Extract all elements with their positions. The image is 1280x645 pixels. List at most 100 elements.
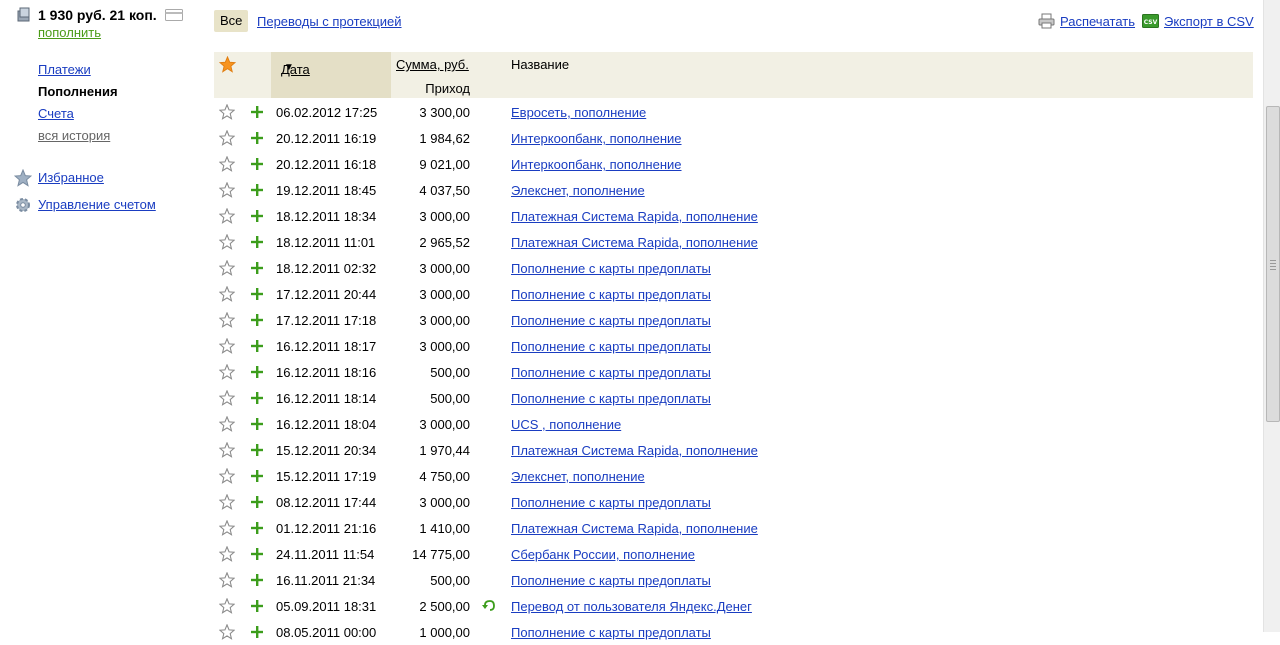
gear-icon (14, 196, 32, 214)
star-outline-icon[interactable] (218, 181, 236, 198)
name-column-header: Название (511, 57, 570, 72)
topup-link[interactable]: пополнить (38, 25, 101, 40)
row-name-link[interactable]: Интеркоопбанк, пополнение (511, 131, 682, 146)
favorites-link[interactable]: Избранное (38, 170, 104, 185)
row-name-link[interactable]: Пополнение с карты предоплаты (511, 495, 711, 510)
favorites-filter-icon[interactable] (218, 55, 237, 76)
favorites-item[interactable]: Избранное (13, 164, 156, 191)
star-outline-icon[interactable] (218, 233, 236, 250)
star-outline-icon[interactable] (218, 155, 236, 172)
star-outline-icon[interactable] (218, 467, 236, 484)
plus-icon (250, 495, 264, 509)
plus-icon (250, 469, 264, 483)
scrollbar-thumb[interactable] (1266, 106, 1280, 422)
star-outline-icon[interactable] (218, 493, 236, 510)
star-outline-icon[interactable] (218, 519, 236, 536)
star-outline-icon[interactable] (218, 389, 236, 406)
row-date: 19.12.2011 18:45 (276, 183, 377, 198)
print-link[interactable]: Распечатать (1060, 14, 1135, 29)
row-name-link[interactable]: Пополнение с карты предоплаты (511, 261, 711, 276)
row-name-link[interactable]: Платежная Система Rapida, пополнение (511, 521, 758, 536)
plus-icon (250, 105, 264, 119)
export-csv-link[interactable]: Экспорт в CSV (1164, 14, 1254, 29)
account-settings-item[interactable]: Управление счетом (14, 191, 156, 218)
row-date: 24.11.2011 11:54 (276, 547, 375, 562)
row-name-link[interactable]: UCS , пополнение (511, 417, 621, 432)
sort-down-icon: ▼ (284, 62, 294, 73)
table-row: 05.09.2011 18:31 2 500,00 Перевод от пол… (214, 593, 1253, 619)
account-balance: 1 930 руб. 21 коп. (38, 7, 157, 23)
csv-icon: CSV (1142, 13, 1159, 29)
row-name-link[interactable]: Платежная Система Rapida, пополнение (511, 443, 758, 458)
row-name-link[interactable]: Элекснет, пополнение (511, 183, 645, 198)
row-amount: 3 000,00 (419, 287, 470, 302)
row-name-link[interactable]: Пополнение с карты предоплаты (511, 339, 711, 354)
table-row: 01.12.2011 21:16 1 410,00 Платежная Сист… (214, 515, 1253, 541)
row-name-link[interactable]: Пополнение с карты предоплаты (511, 313, 711, 328)
transactions-list: 06.02.2012 17:25 3 300,00 Евросеть, попо… (214, 99, 1253, 645)
date-column-header[interactable]: Дата ▼ (271, 52, 391, 98)
page-scrollbar[interactable] (1263, 0, 1280, 632)
star-outline-icon[interactable] (218, 129, 236, 146)
row-name-link[interactable]: Платежная Система Rapida, пополнение (511, 235, 758, 250)
row-name-link[interactable]: Элекснет, пополнение (511, 469, 645, 484)
plus-icon (250, 157, 264, 171)
row-amount: 3 000,00 (419, 209, 470, 224)
star-outline-icon[interactable] (218, 285, 236, 302)
return-arrow-icon[interactable] (482, 599, 496, 613)
amount-sort-link[interactable]: Сумма, руб. (396, 57, 469, 72)
filter-protected-tab[interactable]: Переводы с протекцией (257, 14, 402, 29)
row-amount: 500,00 (430, 573, 470, 588)
account-settings-link[interactable]: Управление счетом (38, 197, 156, 212)
card-icon[interactable] (164, 9, 183, 21)
row-name-link[interactable]: Перевод от пользователя Яндекс.Денег (511, 599, 752, 614)
row-amount: 3 000,00 (419, 339, 470, 354)
row-amount: 3 000,00 (419, 417, 470, 432)
row-amount: 4 037,50 (419, 183, 470, 198)
nav-item-accounts[interactable]: Счета (38, 106, 74, 121)
star-outline-icon[interactable] (218, 441, 236, 458)
income-column-header: Приход (425, 81, 470, 96)
row-name-link[interactable]: Сбербанк России, пополнение (511, 547, 695, 562)
star-outline-icon[interactable] (218, 103, 236, 120)
row-name-link[interactable]: Пополнение с карты предоплаты (511, 365, 711, 380)
nav-item-payments[interactable]: Платежи (38, 62, 91, 77)
star-icon (13, 168, 33, 187)
star-outline-icon[interactable] (218, 571, 236, 588)
nav-item-topups[interactable]: Пополнения (38, 84, 118, 99)
row-name-link[interactable]: Платежная Система Rapida, пополнение (511, 209, 758, 224)
star-outline-icon[interactable] (218, 623, 236, 640)
star-outline-icon[interactable] (218, 207, 236, 224)
plus-icon (250, 235, 264, 249)
print-action[interactable]: Распечатать (1038, 13, 1135, 29)
row-date: 17.12.2011 17:18 (276, 313, 377, 328)
star-outline-icon[interactable] (218, 337, 236, 354)
row-date: 01.12.2011 21:16 (276, 521, 377, 536)
table-row: 16.12.2011 18:14 500,00 Пополнение с кар… (214, 385, 1253, 411)
row-amount: 500,00 (430, 365, 470, 380)
plus-icon (250, 183, 264, 197)
row-name-link[interactable]: Пополнение с карты предоплаты (511, 391, 711, 406)
row-amount: 2 965,52 (419, 235, 470, 250)
row-name-link[interactable]: Интеркоопбанк, пополнение (511, 157, 682, 172)
star-outline-icon[interactable] (218, 259, 236, 276)
star-outline-icon[interactable] (218, 415, 236, 432)
star-outline-icon[interactable] (218, 311, 236, 328)
star-outline-icon[interactable] (218, 545, 236, 562)
nav-item-history[interactable]: вся история (38, 128, 110, 143)
row-name-link[interactable]: Евросеть, пополнение (511, 105, 646, 120)
row-name-link[interactable]: Пополнение с карты предоплаты (511, 573, 711, 588)
row-name-link[interactable]: Пополнение с карты предоплаты (511, 287, 711, 302)
plus-icon (250, 599, 264, 613)
table-row: 20.12.2011 16:19 1 984,62 Интеркоопбанк,… (214, 125, 1253, 151)
row-amount: 1 984,62 (419, 131, 470, 146)
plus-icon (250, 417, 264, 431)
row-name-link[interactable]: Пополнение с карты предоплаты (511, 625, 711, 640)
balance-row: 1 930 руб. 21 коп. (16, 6, 183, 24)
star-outline-icon[interactable] (218, 597, 236, 614)
filter-all-tab[interactable]: Все (214, 10, 249, 32)
export-csv-action[interactable]: CSV Экспорт в CSV (1142, 13, 1254, 29)
row-amount: 3 000,00 (419, 313, 470, 328)
plus-icon (250, 339, 264, 353)
star-outline-icon[interactable] (218, 363, 236, 380)
